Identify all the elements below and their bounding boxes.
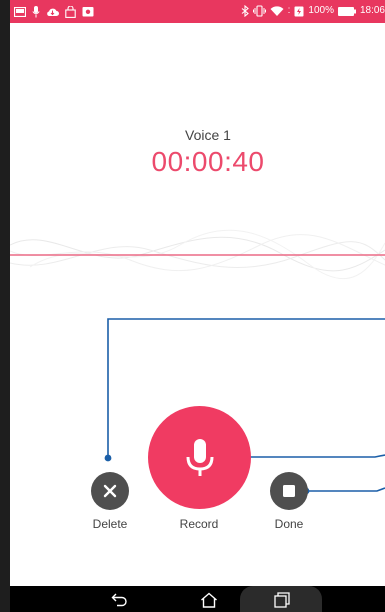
- device-bezel: [0, 0, 10, 612]
- bluetooth-icon: [241, 5, 249, 17]
- delete-button[interactable]: [91, 472, 129, 510]
- vibrate-icon: [252, 5, 266, 17]
- photo-icon: [82, 7, 94, 17]
- done-button[interactable]: [270, 472, 308, 510]
- gallery-icon: [14, 6, 26, 17]
- home-icon: [201, 592, 217, 608]
- stop-icon: [283, 485, 295, 497]
- microphone-icon: [32, 5, 40, 17]
- notification-icons: [14, 5, 94, 18]
- microphone-icon: [186, 438, 213, 476]
- close-icon: [103, 484, 117, 498]
- back-button[interactable]: [110, 591, 130, 609]
- system-indicators: : 100% 18:06: [241, 4, 385, 18]
- recent-apps-icon: [274, 592, 290, 608]
- battery-percent: 100%: [308, 5, 334, 16]
- home-button[interactable]: [199, 591, 219, 609]
- done-label: Done: [274, 517, 304, 531]
- voice-recorder-screen: : 100% 18:06 Voice 1 00:00:40 Delete Rec…: [0, 0, 385, 612]
- record-button[interactable]: [148, 406, 251, 509]
- back-icon: [111, 593, 127, 607]
- cloud-icon: [47, 8, 59, 16]
- record-label: Record: [179, 517, 219, 531]
- shopping-bag-icon: [65, 5, 76, 18]
- recent-apps-button[interactable]: [272, 591, 292, 609]
- battery-charging-icon: [294, 6, 304, 17]
- delete-label: Delete: [92, 517, 128, 531]
- battery-icon: [337, 6, 356, 16]
- wifi-icon: [270, 6, 284, 16]
- status-bar: : 100% 18:06: [10, 0, 385, 23]
- waveform: [10, 229, 385, 279]
- recording-timer: 00:00:40: [151, 146, 265, 177]
- navigation-bar: [10, 586, 385, 612]
- clock: 18:06: [359, 5, 385, 16]
- recording-title: Voice 1: [185, 127, 231, 143]
